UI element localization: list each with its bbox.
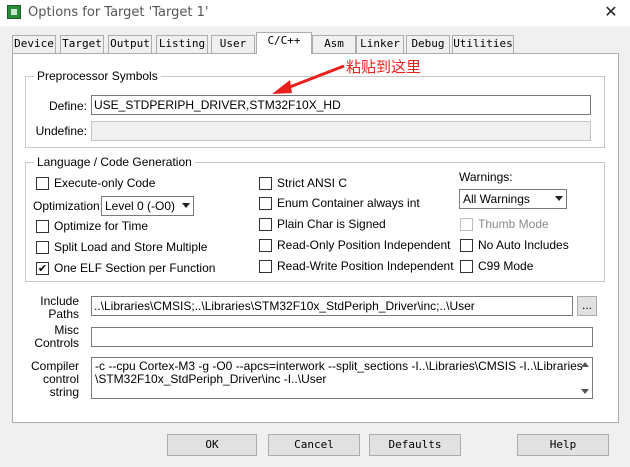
include-paths-label-line2: Paths bbox=[48, 307, 79, 321]
tab-utilities[interactable]: Utilities bbox=[452, 35, 514, 53]
tab-device[interactable]: Device bbox=[12, 35, 56, 53]
optimization-select[interactable]: Level 0 (-O0) bbox=[101, 196, 194, 216]
thumb-mode-label: Thumb Mode bbox=[478, 217, 549, 231]
tab-linker[interactable]: Linker bbox=[356, 35, 404, 53]
include-paths-label: Include Paths bbox=[27, 295, 79, 321]
misc-controls-label: Misc Controls bbox=[27, 324, 79, 350]
close-button[interactable]: ✕ bbox=[602, 3, 620, 21]
warnings-value: All Warnings bbox=[463, 192, 530, 206]
ro-pi-checkbox[interactable] bbox=[259, 239, 272, 252]
title-bar: Options for Target 'Target 1' ✕ bbox=[0, 0, 630, 26]
plain-char-checkbox[interactable] bbox=[259, 218, 272, 231]
rw-pi-label: Read-Write Position Independent bbox=[277, 259, 454, 273]
warnings-select[interactable]: All Warnings bbox=[459, 189, 567, 209]
no-auto-includes-checkbox[interactable] bbox=[460, 239, 473, 252]
window-title: Options for Target 'Target 1' bbox=[28, 5, 209, 20]
annotation-arrow-icon bbox=[272, 64, 345, 94]
compiler-control-label: Compiler control string bbox=[27, 360, 79, 399]
preprocessor-group-label: Preprocessor Symbols bbox=[34, 69, 161, 83]
compiler-control-label-line3: string bbox=[49, 385, 79, 399]
tab-c-cpp[interactable]: C/C++ bbox=[256, 32, 312, 54]
compiler-control-label-line1: Compiler bbox=[30, 359, 79, 373]
execute-only-label: Execute-only Code bbox=[54, 176, 156, 190]
tab-asm[interactable]: Asm bbox=[312, 35, 356, 53]
c99-mode-checkbox[interactable] bbox=[460, 260, 473, 273]
one-elf-label: One ELF Section per Function bbox=[54, 261, 216, 275]
tab-output[interactable]: Output bbox=[108, 35, 152, 53]
misc-controls-input[interactable] bbox=[91, 327, 593, 347]
scroll-up-icon[interactable] bbox=[581, 362, 589, 367]
strict-ansi-checkbox[interactable] bbox=[259, 177, 272, 190]
compiler-control-textarea[interactable]: -c --cpu Cortex-M3 -g -O0 --apcs=interwo… bbox=[91, 357, 593, 399]
misc-controls-label-line2: Controls bbox=[34, 336, 79, 350]
checkmark-icon: ✔ bbox=[37, 262, 48, 275]
optimize-time-checkbox[interactable] bbox=[36, 220, 49, 233]
include-paths-browse-button[interactable]: ... bbox=[577, 296, 597, 316]
undefine-input[interactable] bbox=[91, 121, 591, 141]
tab-listing[interactable]: Listing bbox=[156, 35, 208, 53]
options-dialog: Options for Target 'Target 1' ✕ Device T… bbox=[0, 0, 630, 467]
cancel-button[interactable]: Cancel bbox=[268, 434, 360, 456]
compiler-control-line2: \STM32F10x_StdPeriph_Driver\inc -I..\Use… bbox=[95, 372, 327, 386]
chevron-down-icon bbox=[555, 196, 563, 201]
compiler-control-label-line2: control bbox=[42, 372, 79, 386]
enum-container-checkbox[interactable] bbox=[259, 197, 272, 210]
c-cpp-panel: Preprocessor Symbols Define: USE_STDPERI… bbox=[12, 53, 619, 423]
split-load-label: Split Load and Store Multiple bbox=[54, 240, 208, 254]
optimize-time-label: Optimize for Time bbox=[54, 219, 149, 233]
c99-mode-label: C99 Mode bbox=[478, 259, 534, 273]
tab-user[interactable]: User bbox=[211, 35, 255, 53]
no-auto-includes-label: No Auto Includes bbox=[478, 238, 569, 252]
scroll-down-icon[interactable] bbox=[581, 389, 589, 394]
define-label: Define: bbox=[48, 99, 87, 113]
rw-pi-checkbox[interactable] bbox=[259, 260, 272, 273]
split-load-checkbox[interactable] bbox=[36, 241, 49, 254]
include-paths-label-line1: Include bbox=[40, 294, 79, 308]
tab-target[interactable]: Target bbox=[60, 35, 104, 53]
misc-controls-label-line1: Misc bbox=[54, 323, 79, 337]
help-button[interactable]: Help bbox=[517, 434, 609, 456]
strict-ansi-label: Strict ANSI C bbox=[277, 176, 348, 190]
optimization-value: Level 0 (-O0) bbox=[105, 199, 176, 213]
include-paths-input[interactable]: ..\Libraries\CMSIS;..\Libraries\STM32F10… bbox=[91, 296, 573, 316]
defaults-button[interactable]: Defaults bbox=[369, 434, 461, 456]
annotation-text: 粘贴到这里 bbox=[346, 58, 422, 76]
plain-char-label: Plain Char is Signed bbox=[277, 217, 386, 231]
optimization-label: Optimization: bbox=[33, 199, 104, 213]
one-elf-checkbox[interactable]: ✔ bbox=[36, 262, 49, 275]
ro-pi-label: Read-Only Position Independent bbox=[277, 238, 451, 252]
tab-debug[interactable]: Debug bbox=[406, 35, 450, 53]
warnings-label: Warnings: bbox=[459, 170, 513, 184]
thumb-mode-checkbox[interactable] bbox=[460, 218, 473, 231]
enum-container-label: Enum Container always int bbox=[277, 196, 420, 210]
undefine-label: Undefine: bbox=[35, 124, 87, 138]
ok-button[interactable]: OK bbox=[167, 434, 257, 456]
chevron-down-icon bbox=[182, 203, 190, 208]
execute-only-checkbox[interactable] bbox=[36, 177, 49, 190]
app-icon bbox=[7, 5, 21, 19]
language-group-label: Language / Code Generation bbox=[34, 155, 195, 169]
